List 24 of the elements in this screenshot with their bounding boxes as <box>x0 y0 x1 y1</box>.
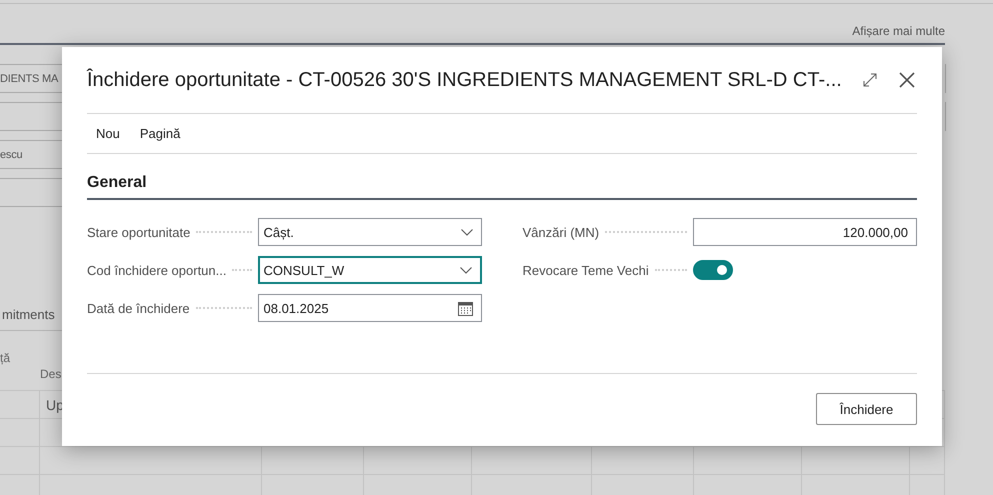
expand-icon[interactable] <box>862 72 878 88</box>
menu-item[interactable]: Pagină <box>130 122 190 145</box>
tab-label[interactable]: mitments <box>2 307 55 322</box>
amount-field[interactable]: 120.000,00 <box>693 218 917 246</box>
close-button[interactable]: Închidere <box>816 393 917 425</box>
chevron-down-icon <box>460 266 472 274</box>
field-label: Revocare Teme Vechi <box>522 262 649 278</box>
field-label: Cod închidere oportun... <box>87 262 226 278</box>
column-header: Des <box>40 366 62 383</box>
show-more-link[interactable]: Afișare mai multe <box>852 24 945 38</box>
calendar-icon[interactable] <box>458 300 472 316</box>
dialog-title: Închidere oportunitate - CT-00526 30'S INGREDIENTS MANAGEMENT SRL-D CT-... <box>87 68 842 92</box>
dropdown-field[interactable]: CONSULT_W <box>258 256 482 284</box>
dropdown-field[interactable]: Câșt. <box>258 218 482 246</box>
field-label: Stare oportunitate <box>87 224 190 240</box>
toggle-switch[interactable] <box>693 260 733 280</box>
date-field[interactable]: 08.01.2025 <box>258 294 482 322</box>
chevron-down-icon <box>460 228 472 236</box>
field-label: Vânzări (MN) <box>522 224 600 240</box>
section-heading: General <box>87 174 917 200</box>
close-icon[interactable] <box>898 71 916 89</box>
menu-item[interactable]: Nou <box>87 122 129 145</box>
column-header: ță <box>0 350 10 367</box>
field-label: Dată de închidere <box>87 300 190 316</box>
